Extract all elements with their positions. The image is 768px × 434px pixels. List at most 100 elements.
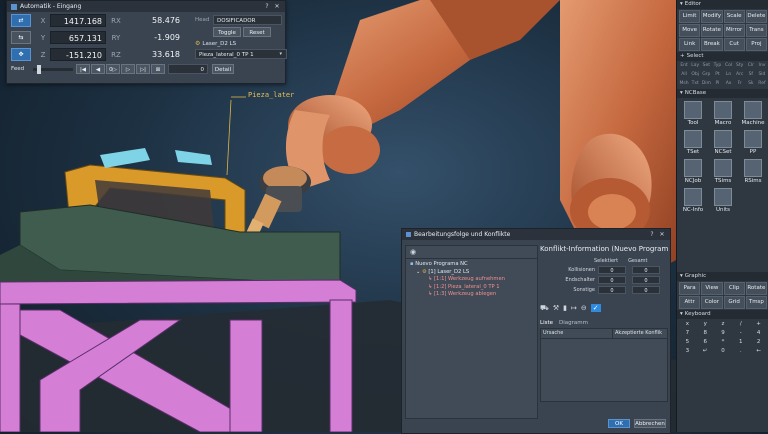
select-item[interactable]: Sf xyxy=(746,71,756,79)
expand-icon[interactable]: ▾ xyxy=(680,272,683,281)
proj-button[interactable]: Proj xyxy=(745,38,767,51)
delete-button[interactable]: Delete xyxy=(745,10,767,23)
key[interactable]: 6 xyxy=(697,338,714,346)
units-tile[interactable]: Units xyxy=(709,188,737,215)
link-button[interactable]: Link xyxy=(679,38,701,51)
collision-filter-icon[interactable]: ⛟ xyxy=(540,304,549,313)
select-item[interactable]: Obj xyxy=(690,71,700,79)
tmsp-button[interactable]: Tmsp xyxy=(745,296,767,309)
tool-tile[interactable]: Tool xyxy=(679,101,707,128)
ncjob-tile[interactable]: NCJob xyxy=(679,159,707,186)
tab-diagram[interactable]: Diagramm xyxy=(559,320,588,326)
select-item[interactable]: Col xyxy=(724,62,734,70)
sequence-tree[interactable]: ◉ ▪ Nuevo Programa NC ⌄ ⚙ [1] Laser_D2 L… xyxy=(405,245,538,419)
cancel-button[interactable]: Abbrechen xyxy=(634,419,666,428)
select-item[interactable]: All xyxy=(679,71,689,79)
ncbase-header[interactable]: ▾ NCBase xyxy=(677,89,768,98)
machine-tile[interactable]: Machine xyxy=(739,101,767,128)
col-cause[interactable]: Ursache xyxy=(541,329,612,338)
key[interactable]: 0 xyxy=(715,347,732,355)
key[interactable]: * xyxy=(715,338,732,346)
key[interactable]: 2 xyxy=(750,338,767,346)
detail-button[interactable]: Detail xyxy=(212,64,234,74)
select-item[interactable]: Inv xyxy=(757,62,767,70)
key[interactable]: 8 xyxy=(697,329,714,337)
axis-value-ry[interactable]: -1.909 xyxy=(124,31,182,44)
range-filter-icon[interactable]: ↦ xyxy=(571,304,577,312)
tree-node-operation[interactable]: ↳ [1:3] Werkzeug ablegen xyxy=(406,291,537,299)
grid-button[interactable]: Grid xyxy=(723,296,745,309)
expand-icon[interactable]: ▾ xyxy=(680,0,683,9)
key[interactable]: 4 xyxy=(750,329,767,337)
play-button[interactable]: ▷ xyxy=(121,64,135,74)
select-item[interactable]: Sld xyxy=(757,71,767,79)
select-item[interactable]: Sty xyxy=(735,62,745,70)
select-item[interactable]: Ent xyxy=(679,62,689,70)
reset-button[interactable]: Reset xyxy=(243,27,271,37)
para-button[interactable]: Para xyxy=(679,282,701,295)
eye-icon[interactable]: ◉ xyxy=(406,246,537,258)
step-field[interactable]: 0 xyxy=(168,64,208,74)
expand-icon[interactable]: ▾ xyxy=(680,310,683,319)
select-item[interactable]: Sk xyxy=(746,80,756,88)
key[interactable]: ↵ xyxy=(697,347,714,355)
macro-tile[interactable]: Macro xyxy=(709,101,737,128)
feed-slider[interactable] xyxy=(33,64,73,74)
close-icon[interactable]: ✕ xyxy=(273,3,281,11)
color-button[interactable]: Color xyxy=(701,296,723,309)
ok-button[interactable]: OK xyxy=(608,419,630,428)
select-header[interactable]: + Select xyxy=(677,52,768,61)
key[interactable]: 1 xyxy=(732,338,749,346)
axis-value-rx[interactable]: 58.476 xyxy=(124,14,182,27)
key[interactable]: z xyxy=(715,320,732,328)
move-button[interactable]: Move xyxy=(679,24,701,37)
break-button[interactable]: Break xyxy=(701,38,723,51)
mirror-button[interactable]: Mirror xyxy=(723,24,745,37)
help-icon[interactable]: ? xyxy=(263,3,271,11)
key[interactable]: ← xyxy=(750,347,767,355)
key[interactable]: 5 xyxy=(679,338,696,346)
jog-mode-button[interactable]: ⇄ xyxy=(11,14,31,27)
conflict-list[interactable]: Ursache Akzeptierte Konflik xyxy=(540,328,668,402)
select-item[interactable]: Txt xyxy=(690,80,700,88)
key[interactable]: - xyxy=(732,329,749,337)
back-button[interactable]: ◀ xyxy=(91,64,105,74)
select-item[interactable]: Clr xyxy=(746,62,756,70)
view-button[interactable]: View xyxy=(701,282,723,295)
axis-value-z[interactable]: -151.210 xyxy=(50,48,106,61)
tree-node-operation[interactable]: ↳ [1:2] Pieza_lateral_0 TP 1 xyxy=(406,284,537,292)
rotate-button[interactable]: Rotate xyxy=(701,24,723,37)
toggle-button[interactable]: Toggle xyxy=(213,27,241,37)
tab-list[interactable]: Liste xyxy=(540,320,553,326)
limit-filter-icon[interactable]: ▮ xyxy=(563,304,567,312)
tsims-tile[interactable]: TSims xyxy=(709,159,737,186)
play-zero-button[interactable]: 0▷ xyxy=(106,64,120,74)
move-mode-button[interactable]: ✥ xyxy=(11,48,31,61)
select-item[interactable]: Ref xyxy=(757,80,767,88)
select-item[interactable]: Set xyxy=(701,62,711,70)
program-select[interactable]: Pieza_lateral_0 TP 1 xyxy=(195,49,288,59)
tree-node-operation[interactable]: ↳ [1:1] Werkzeug aufnehmen xyxy=(406,276,537,284)
first-button[interactable]: |◀ xyxy=(76,64,90,74)
axis-value-x[interactable]: 1417.168 xyxy=(50,14,106,27)
head-field[interactable]: DOSIFICADOR xyxy=(213,15,282,25)
chevron-down-icon[interactable]: ⌄ xyxy=(416,269,420,275)
rotate-view-button[interactable]: Rotate xyxy=(745,282,767,295)
key[interactable]: + xyxy=(750,320,767,328)
select-item[interactable]: Typ xyxy=(712,62,722,70)
other-filter-icon[interactable]: ⊖ xyxy=(581,304,587,312)
tree-node-program[interactable]: ▪ Nuevo Programa NC xyxy=(406,261,537,269)
select-item[interactable]: Arc xyxy=(735,71,745,79)
cut-button[interactable]: Cut xyxy=(723,38,745,51)
key[interactable]: x xyxy=(679,320,696,328)
key[interactable]: 3 xyxy=(679,347,696,355)
select-item[interactable]: Grp xyxy=(701,71,711,79)
key[interactable]: 7 xyxy=(679,329,696,337)
tset-tile[interactable]: TSet xyxy=(679,130,707,157)
help-icon[interactable]: ? xyxy=(648,231,656,239)
stop-button[interactable]: ⊠ xyxy=(151,64,165,74)
select-item[interactable]: Dim xyxy=(701,80,711,88)
axis-value-y[interactable]: 657.131 xyxy=(50,31,106,44)
rsims-tile[interactable]: RSims xyxy=(739,159,767,186)
select-item[interactable]: Pl xyxy=(712,80,722,88)
